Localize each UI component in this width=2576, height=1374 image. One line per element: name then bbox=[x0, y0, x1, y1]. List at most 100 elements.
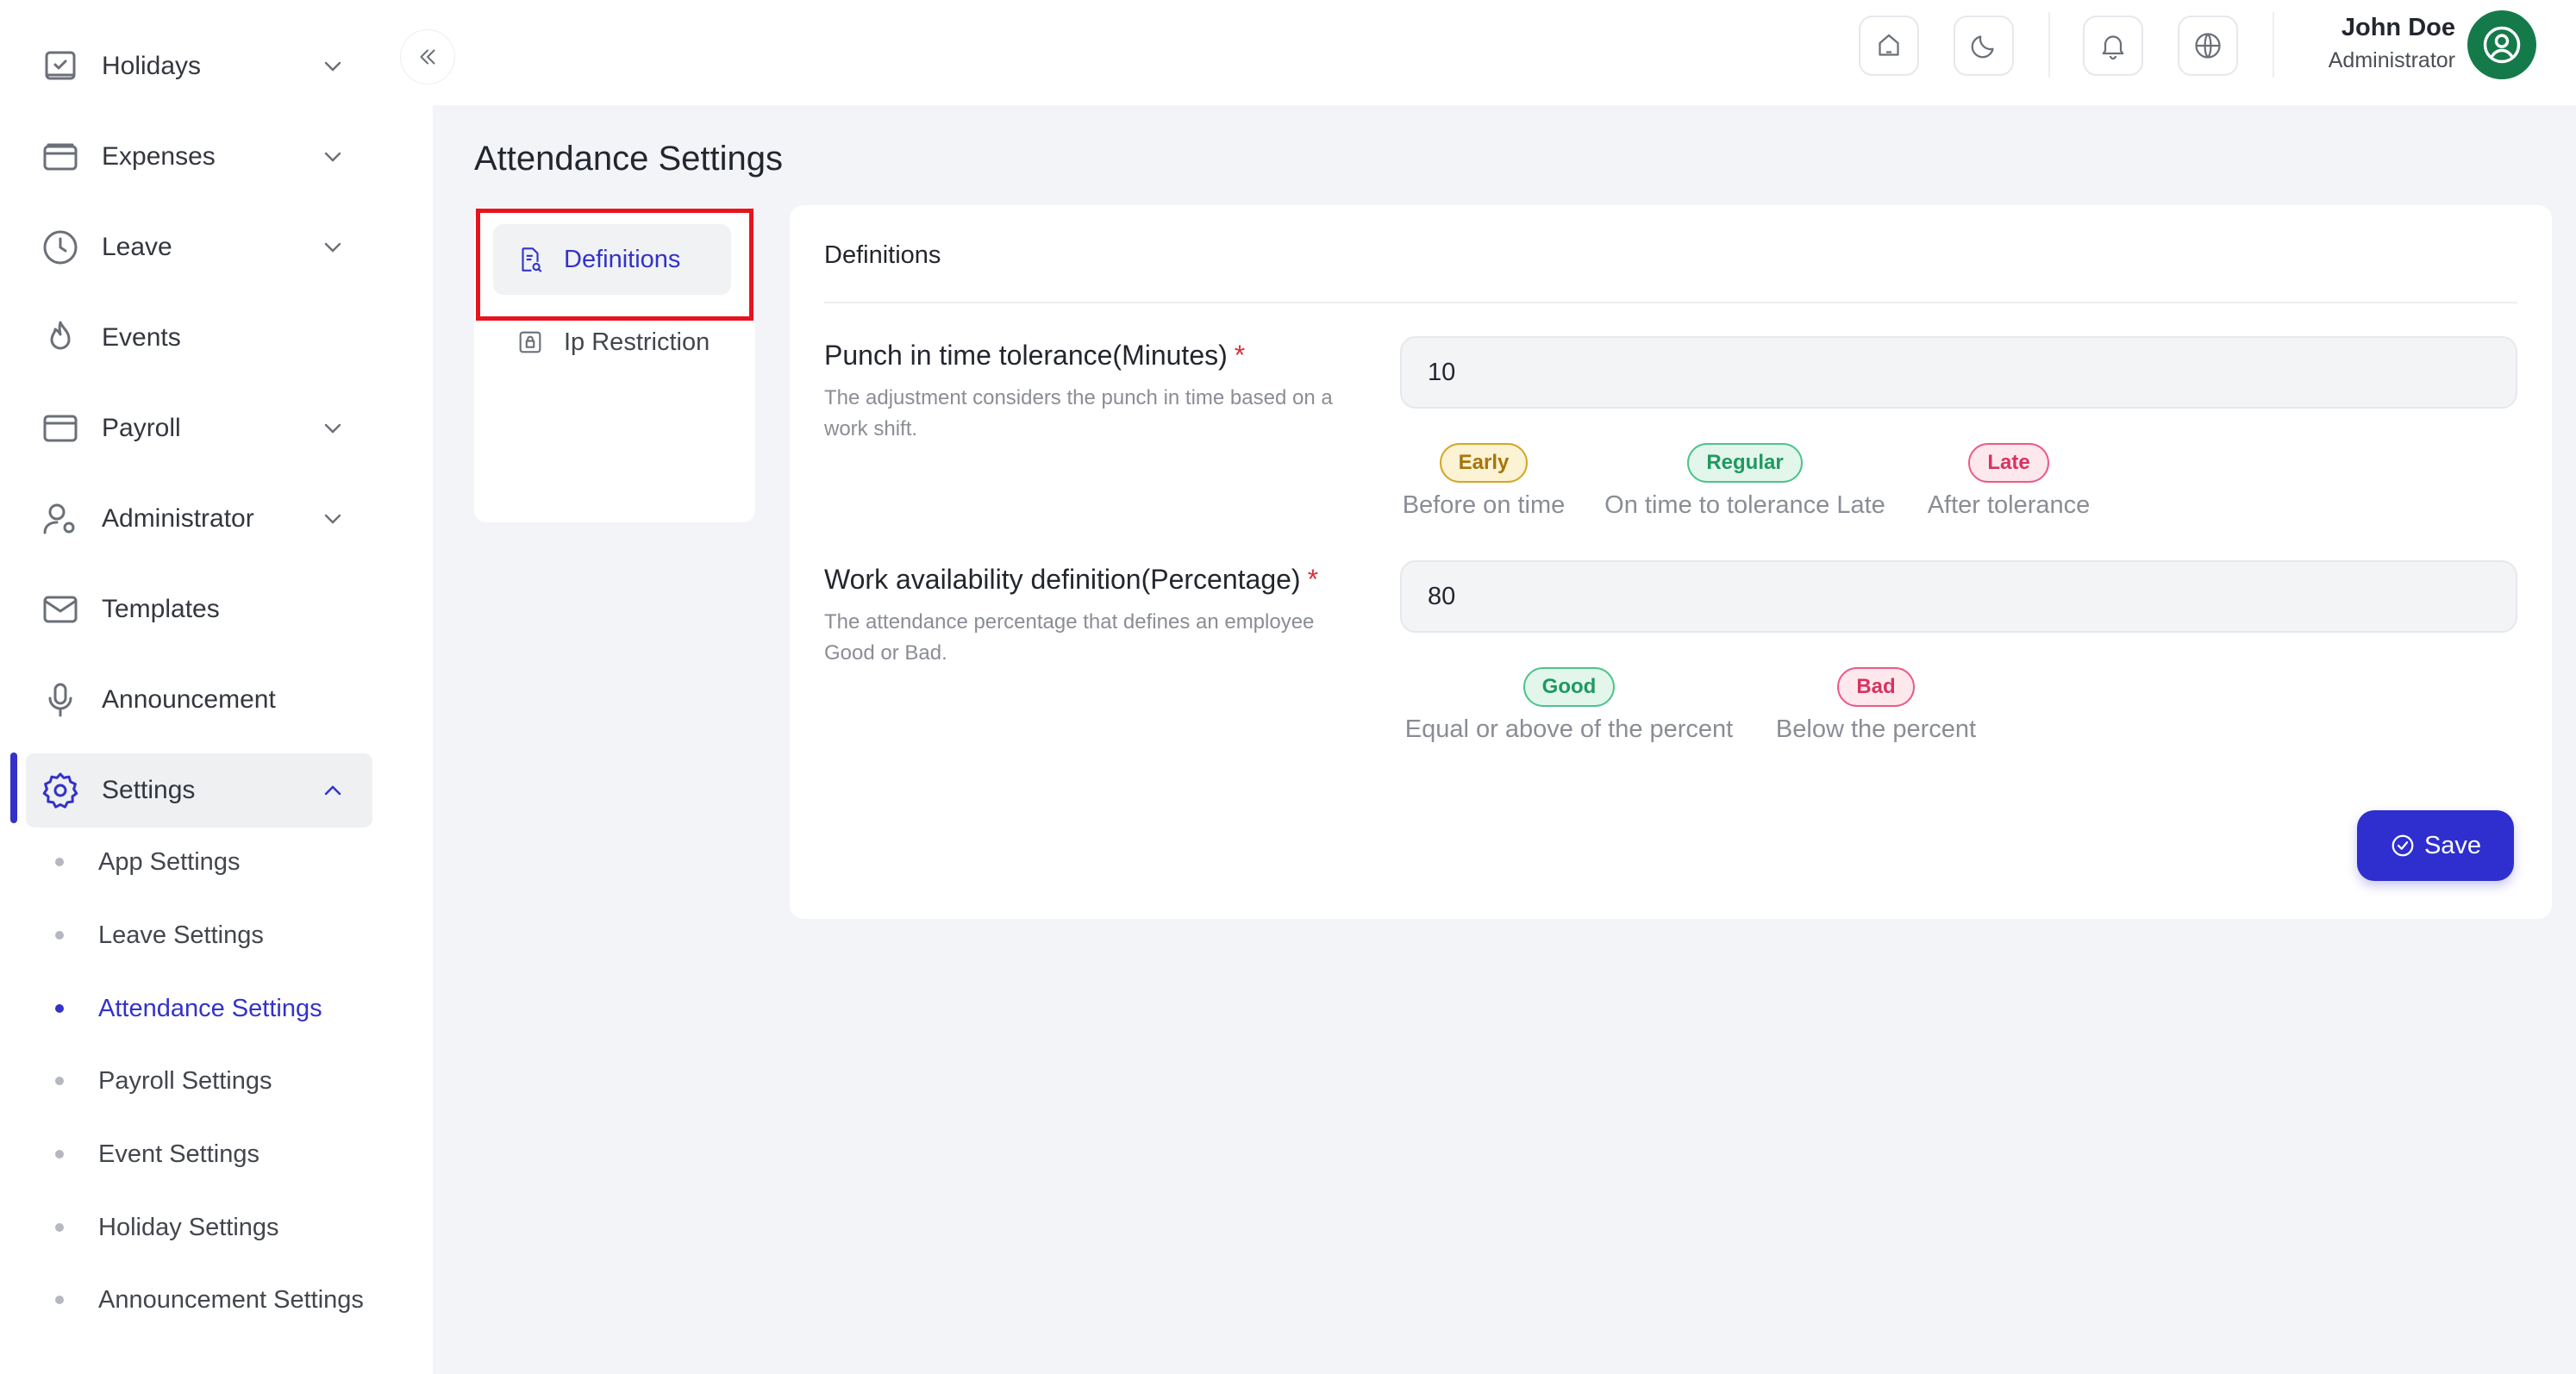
chevron-down-icon bbox=[319, 143, 347, 171]
user-name[interactable]: John Doe bbox=[2342, 14, 2455, 42]
save-button[interactable]: Save bbox=[2357, 810, 2514, 881]
sidebar-item-label: Holidays bbox=[102, 52, 202, 80]
tab-label: Ip Restriction bbox=[564, 328, 710, 356]
sidebar-item-label: Announcement bbox=[102, 685, 276, 714]
card-title: Definitions bbox=[824, 241, 941, 269]
legend-late: Late After tolerance bbox=[1924, 443, 2093, 520]
legend-text: Equal or above of the percent bbox=[1404, 715, 1734, 743]
status-badge-late: Late bbox=[1968, 443, 2049, 483]
lock-icon bbox=[516, 328, 545, 357]
moon-icon bbox=[1968, 30, 1999, 61]
collapse-sidebar-button[interactable] bbox=[400, 29, 455, 84]
submenu-announcement-settings[interactable]: Announcement Settings bbox=[55, 1278, 364, 1321]
microphone-icon bbox=[40, 679, 81, 721]
save-label: Save bbox=[2423, 831, 2482, 859]
sidebar-item-label: Expenses bbox=[102, 142, 216, 171]
page-title: Attendance Settings bbox=[474, 140, 784, 178]
legend-early: Early Before on time bbox=[1400, 443, 1567, 520]
calendar-check-icon bbox=[40, 46, 81, 87]
sidebar-item-events[interactable]: Events bbox=[26, 301, 372, 375]
sidebar-item-label: Leave bbox=[102, 233, 172, 261]
language-button[interactable] bbox=[2178, 16, 2238, 76]
submenu-payroll-settings[interactable]: Payroll Settings bbox=[55, 1059, 272, 1102]
submenu-label: Announcement Settings bbox=[98, 1285, 364, 1314]
flame-icon bbox=[40, 317, 81, 359]
sidebar-item-administrator[interactable]: Administrator bbox=[26, 482, 372, 556]
submenu-label: App Settings bbox=[98, 847, 241, 876]
punch-tolerance-input[interactable] bbox=[1400, 336, 2517, 409]
submenu-attendance-settings[interactable]: Attendance Settings bbox=[55, 987, 322, 1030]
credit-card-icon bbox=[40, 408, 81, 449]
topbar-divider bbox=[2273, 12, 2274, 78]
legend-regular: Regular On time to tolerance Late bbox=[1600, 443, 1890, 520]
gear-icon bbox=[40, 770, 81, 811]
submenu-holiday-settings[interactable]: Holiday Settings bbox=[55, 1206, 279, 1249]
tab-ip-restriction[interactable]: Ip Restriction bbox=[493, 307, 731, 378]
status-badge-regular: Regular bbox=[1687, 443, 1803, 483]
definitions-card: Definitions Punch in time tolerance(Minu… bbox=[790, 205, 2552, 919]
sidebar-item-announcement[interactable]: Announcement bbox=[26, 663, 372, 737]
wallet-icon bbox=[40, 136, 81, 178]
home-icon bbox=[1873, 30, 1904, 61]
tab-definitions[interactable]: Definitions bbox=[493, 224, 731, 295]
submenu-event-settings[interactable]: Event Settings bbox=[55, 1133, 259, 1176]
required-mark: * bbox=[1307, 564, 1319, 595]
submenu-label: Attendance Settings bbox=[98, 994, 322, 1022]
settings-tabs: Definitions Ip Restriction bbox=[474, 207, 755, 522]
avatar[interactable] bbox=[2467, 10, 2536, 79]
work-availability-label: Work availability definition(Percentage)… bbox=[824, 564, 1318, 596]
sidebar-item-payroll[interactable]: Payroll bbox=[26, 391, 372, 465]
chevron-up-icon bbox=[319, 777, 347, 804]
submenu-label: Payroll Settings bbox=[98, 1066, 272, 1095]
sidebar-item-leave[interactable]: Leave bbox=[26, 210, 372, 284]
submenu-leave-settings[interactable]: Leave Settings bbox=[55, 914, 264, 957]
bell-icon bbox=[2098, 30, 2129, 61]
topbar: John Doe Administrator bbox=[433, 0, 2576, 105]
work-availability-help: The attendance percentage that defines a… bbox=[824, 610, 1315, 665]
field-label-text: Work availability definition(Percentage) bbox=[824, 564, 1301, 595]
status-badge-good: Good bbox=[1522, 667, 1616, 707]
envelope-icon bbox=[40, 589, 81, 630]
sidebar-item-templates[interactable]: Templates bbox=[26, 572, 372, 646]
legend-good: Good Equal or above of the percent bbox=[1400, 667, 1738, 744]
chevron-down-icon bbox=[319, 505, 347, 533]
chevron-down-icon bbox=[319, 53, 347, 80]
field-label-text: Punch in time tolerance(Minutes) bbox=[824, 340, 1228, 371]
sidebar-item-label: Payroll bbox=[102, 414, 181, 442]
topbar-divider bbox=[2048, 12, 2050, 78]
legend-bad: Bad Below the percent bbox=[1773, 667, 1979, 744]
bullet-dot bbox=[55, 1077, 64, 1085]
user-gear-icon bbox=[40, 498, 81, 540]
status-badge-early: Early bbox=[1439, 443, 1529, 483]
legend-text: On time to tolerance Late bbox=[1604, 491, 1885, 519]
status-badge-bad: Bad bbox=[1837, 667, 1915, 707]
submenu-app-settings[interactable]: App Settings bbox=[55, 840, 240, 884]
notifications-button[interactable] bbox=[2083, 16, 2143, 76]
theme-toggle-button[interactable] bbox=[1954, 16, 2014, 76]
punch-tolerance-label: Punch in time tolerance(Minutes) * bbox=[824, 340, 1245, 372]
sidebar-item-settings[interactable]: Settings bbox=[26, 753, 372, 828]
active-indicator bbox=[10, 753, 17, 823]
sidebar: Holidays Expenses Leave Events Payroll A bbox=[0, 0, 433, 1374]
work-availability-input[interactable] bbox=[1400, 560, 2517, 633]
user-circle-icon bbox=[2479, 22, 2524, 67]
bullet-dot bbox=[55, 1150, 64, 1159]
bullet-dot bbox=[55, 1296, 64, 1304]
user-role: Administrator bbox=[2328, 48, 2455, 72]
legend-text: Below the percent bbox=[1775, 715, 1977, 743]
chevrons-left-icon bbox=[415, 44, 441, 70]
bullet-dot bbox=[55, 1004, 64, 1013]
sidebar-item-label: Templates bbox=[102, 595, 220, 623]
sidebar-item-label: Settings bbox=[102, 776, 196, 804]
submenu-label: Leave Settings bbox=[98, 921, 264, 949]
legend-text: After tolerance bbox=[1927, 491, 2091, 519]
chevron-down-icon bbox=[319, 234, 347, 261]
legend-text: Before on time bbox=[1402, 491, 1566, 519]
card-divider bbox=[824, 302, 2517, 303]
bullet-dot bbox=[55, 1223, 64, 1232]
clock-icon bbox=[40, 227, 81, 268]
sidebar-item-expenses[interactable]: Expenses bbox=[26, 120, 372, 194]
sidebar-item-holidays[interactable]: Holidays bbox=[26, 29, 372, 103]
home-button[interactable] bbox=[1859, 16, 1919, 76]
sidebar-item-label: Administrator bbox=[102, 504, 254, 533]
